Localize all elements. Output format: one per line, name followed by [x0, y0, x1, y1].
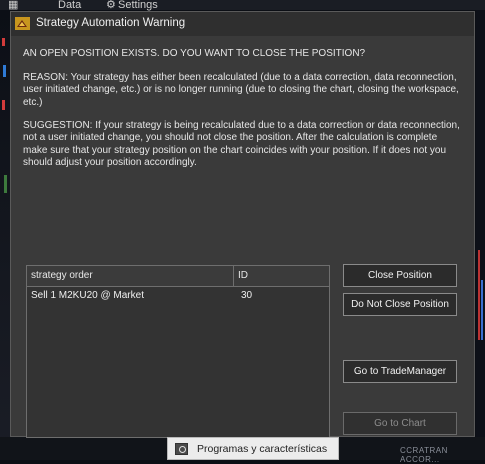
warning-app-icon [15, 17, 30, 30]
close-position-button[interactable]: Close Position [343, 264, 457, 287]
table-header: strategy order ID [27, 266, 329, 287]
menu-settings[interactable]: Settings [118, 0, 158, 11]
reason-text: REASON: Your strategy has either been re… [23, 72, 459, 108]
app-menu-icon[interactable]: ▦ [8, 0, 18, 11]
order-cell: Sell 1 M2KU20 @ Market [31, 290, 144, 301]
chart-candle [2, 100, 5, 110]
do-not-close-position-button[interactable]: Do Not Close Position [343, 293, 457, 316]
id-cell: 30 [241, 290, 253, 301]
chart-candle [478, 250, 480, 340]
chart-candle [481, 280, 483, 340]
status-text: CCRATRAN ACCOR... [400, 446, 448, 464]
column-strategy-order[interactable]: strategy order [31, 270, 93, 281]
strategy-warning-dialog: Strategy Automation Warning AN OPEN POSI… [10, 11, 475, 438]
dialog-title: Strategy Automation Warning [36, 17, 186, 29]
gear-icon[interactable]: ⚙ [106, 0, 116, 11]
dialog-titlebar[interactable]: Strategy Automation Warning [11, 12, 474, 36]
message-heading: AN OPEN POSITION EXISTS. DO YOU WANT TO … [23, 48, 366, 59]
chart-background-left [0, 10, 10, 460]
chart-background-right [476, 10, 485, 460]
menu-data[interactable]: Data [58, 0, 81, 11]
go-to-chart-button[interactable]: Go to Chart [343, 412, 457, 435]
chart-candle [2, 38, 5, 46]
programs-features-icon [175, 443, 188, 455]
column-divider[interactable] [233, 266, 234, 286]
strategy-orders-table: strategy order ID Sell 1 M2KU20 @ Market… [26, 265, 330, 438]
column-id[interactable]: ID [238, 270, 248, 281]
go-to-trademanager-button[interactable]: Go to TradeManager [343, 360, 457, 383]
table-row[interactable]: Sell 1 M2KU20 @ Market 30 [27, 290, 329, 304]
chart-candle [3, 65, 6, 77]
chart-candle [4, 175, 7, 193]
suggestion-text: SUGGESTION: If your strategy is being re… [23, 120, 460, 168]
taskbar-tooltip: Programas y características [167, 437, 339, 460]
tooltip-text: Programas y características [197, 443, 328, 455]
